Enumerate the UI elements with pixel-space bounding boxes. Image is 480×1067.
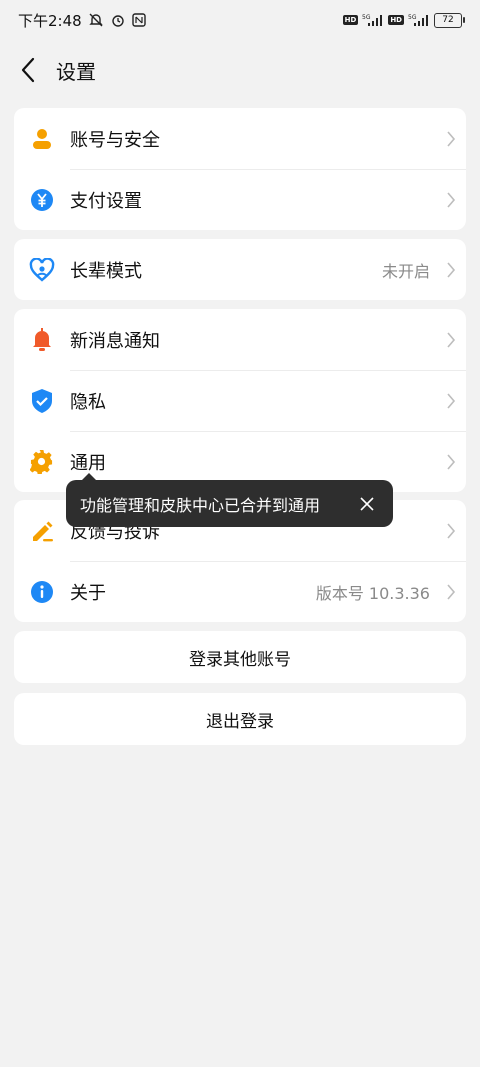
settings-item-label: 关于 [70, 582, 106, 604]
header: 设置 [0, 48, 480, 92]
settings-item-label: 长辈模式 [70, 260, 142, 282]
info-icon [14, 580, 70, 604]
settings-item-label: 隐私 [70, 391, 106, 413]
back-arrow-icon [21, 57, 35, 83]
settings-group-account: 账号与安全 支付设置 [14, 108, 466, 230]
settings-item-privacy[interactable]: 隐私 [14, 370, 466, 431]
hd-badge: HD [342, 15, 359, 25]
gear-icon [14, 449, 70, 474]
mute-bell-icon [88, 12, 104, 28]
close-icon[interactable] [355, 492, 379, 516]
yuan-icon [14, 188, 70, 212]
switch-account-button[interactable]: 登录其他账号 [14, 631, 466, 683]
hd-badge-2: HD [388, 15, 404, 25]
settings-group-general: 新消息通知 隐私 通用 [14, 309, 466, 492]
settings-item-value: 版本号 10.3.36 [315, 583, 430, 603]
chevron-right-icon [436, 583, 466, 601]
svg-text:5G: 5G [362, 14, 371, 21]
chevron-right-icon [436, 331, 466, 349]
settings-item-notifications[interactable]: 新消息通知 [14, 309, 466, 370]
heart-person-icon [14, 257, 70, 282]
settings-item-account-security[interactable]: 账号与安全 [14, 108, 466, 169]
user-icon [14, 127, 70, 151]
settings-item-label: 账号与安全 [70, 129, 160, 151]
merge-tooltip: 功能管理和皮肤中心已合并到通用 [66, 473, 393, 527]
settings-item-payment[interactable]: 支付设置 [14, 169, 466, 230]
battery-icon: 72 [434, 12, 465, 28]
settings-item-elder-mode[interactable]: 长辈模式 未开启 [14, 239, 466, 300]
chevron-right-icon [436, 392, 466, 410]
settings-item-label: 支付设置 [70, 190, 142, 212]
alarm-icon [110, 12, 126, 28]
settings-item-about[interactable]: 关于 版本号 10.3.36 [14, 561, 466, 622]
chevron-right-icon [436, 453, 466, 471]
settings-item-value: 未开启 [381, 261, 430, 281]
tooltip-text: 功能管理和皮肤中心已合并到通用 [80, 495, 321, 515]
chevron-right-icon [436, 522, 466, 540]
back-button[interactable] [0, 48, 56, 92]
settings-group-elder: 长辈模式 未开启 [14, 239, 466, 300]
nfc-icon [131, 13, 146, 27]
chevron-right-icon [436, 191, 466, 209]
svg-text:5G: 5G [408, 14, 417, 21]
settings-item-label: 通用 [70, 452, 106, 474]
status-time: 下午2:48 [18, 11, 82, 30]
chevron-right-icon [436, 130, 466, 148]
status-bar: 下午2:48 HD 5G HD 5G 72 [0, 0, 480, 40]
shield-check-icon [14, 388, 70, 414]
pencil-icon [14, 519, 70, 543]
signal-icon: 5G [362, 13, 384, 27]
chevron-right-icon [436, 261, 466, 279]
logout-button[interactable]: 退出登录 [14, 693, 466, 745]
page-title: 设置 [56, 59, 96, 84]
settings-item-label: 新消息通知 [70, 330, 160, 352]
signal-icon-2: 5G [408, 13, 430, 27]
bell-icon [14, 327, 70, 353]
